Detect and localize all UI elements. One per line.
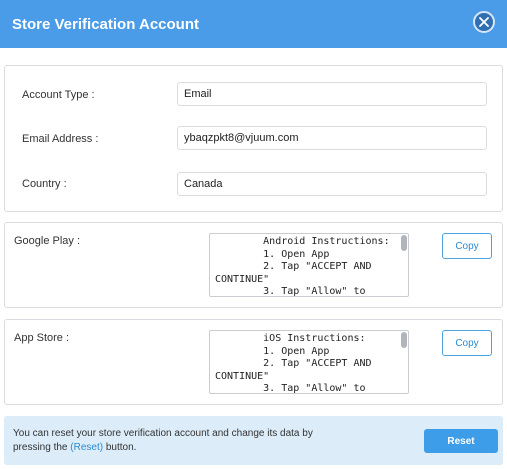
close-button[interactable]: [473, 11, 495, 33]
account-type-label: Account Type :: [22, 89, 95, 101]
dialog-header: Store Verification Account: [0, 0, 507, 48]
google-play-label: Google Play :: [14, 235, 81, 247]
google-play-panel: Google Play : Android Instructions: 1. O…: [4, 222, 503, 308]
app-store-instructions-textarea[interactable]: iOS Instructions: 1. Open App 2. Tap "AC…: [209, 330, 409, 394]
account-panel: Account Type : Email Address : Country :: [4, 65, 503, 212]
app-store-instructions-text: iOS Instructions: 1. Open App 2. Tap "AC…: [215, 333, 372, 394]
close-icon: [479, 17, 489, 27]
reset-description-text: You can reset your store verification ac…: [13, 428, 313, 453]
reset-inline-link: (Reset): [70, 442, 104, 453]
reset-description-end: button.: [103, 442, 137, 453]
reset-description: You can reset your store verification ac…: [13, 427, 313, 455]
reset-footer: You can reset your store verification ac…: [4, 416, 503, 465]
app-store-scrollbar[interactable]: [401, 332, 407, 348]
country-field[interactable]: [177, 172, 487, 196]
email-address-label: Email Address :: [22, 133, 99, 145]
app-store-panel: App Store : iOS Instructions: 1. Open Ap…: [4, 319, 503, 405]
account-type-field[interactable]: [177, 82, 487, 106]
google-play-instructions-text: Android Instructions: 1. Open App 2. Tap…: [215, 236, 390, 297]
google-play-instructions-textarea[interactable]: Android Instructions: 1. Open App 2. Tap…: [209, 233, 409, 297]
google-play-copy-button[interactable]: Copy: [442, 233, 492, 259]
dialog-title: Store Verification Account: [12, 15, 199, 33]
email-address-field[interactable]: [177, 126, 487, 150]
reset-button[interactable]: Reset: [424, 429, 498, 453]
app-store-copy-button[interactable]: Copy: [442, 330, 492, 356]
store-verification-dialog: Store Verification Account Account Type …: [0, 0, 507, 469]
app-store-label: App Store :: [14, 332, 70, 344]
country-label: Country :: [22, 178, 67, 190]
google-play-scrollbar[interactable]: [401, 235, 407, 251]
